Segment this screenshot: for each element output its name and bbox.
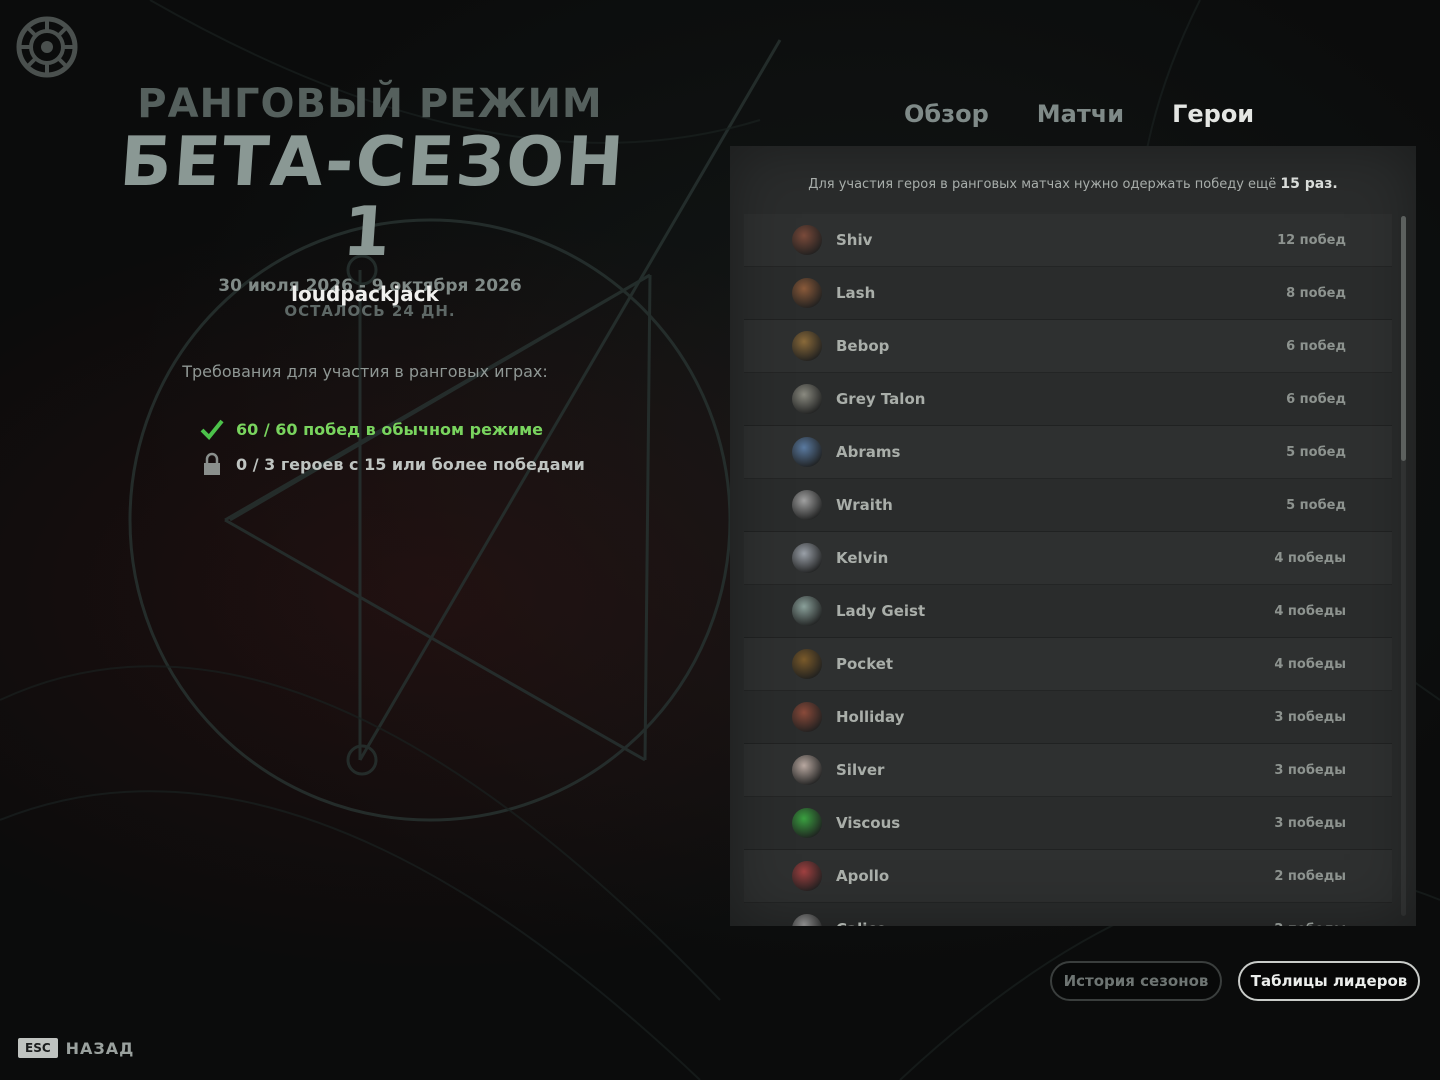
notice-count: 15 раз.: [1280, 176, 1338, 192]
hero-row[interactable]: Calico 2 победы: [744, 903, 1392, 926]
hero-wins: 6 побед: [1286, 391, 1346, 407]
hero-name: Viscous: [836, 814, 901, 832]
hero-wins: 3 победы: [1274, 815, 1346, 831]
gear-icon[interactable]: [14, 14, 80, 80]
hero-wins: 2 победы: [1274, 868, 1346, 884]
back-button[interactable]: ESC НАЗАД: [18, 1038, 134, 1058]
hero-name: Wraith: [836, 496, 893, 514]
hero-avatar-icon: [792, 278, 822, 308]
username: loudpackjack: [291, 282, 439, 306]
hero-row[interactable]: Holliday 3 победы: [744, 691, 1392, 744]
hero-wins: 2 победы: [1274, 922, 1346, 927]
hero-row[interactable]: Lady Geist 4 победы: [744, 585, 1392, 638]
hero-avatar-icon: [792, 384, 822, 414]
hero-name: Calico: [836, 920, 887, 926]
hero-avatar-icon: [792, 914, 822, 926]
hero-name: Bebop: [836, 337, 890, 355]
season-title: БЕТА-СЕЗОН 1: [117, 123, 628, 272]
tab-heroes[interactable]: Герои: [1148, 96, 1278, 132]
hero-name: Holliday: [836, 708, 905, 726]
hero-wins: 4 победы: [1274, 656, 1346, 672]
hero-wins: 3 победы: [1274, 709, 1346, 725]
requirement-heroes: 0 / 3 героев с 15 или более победами: [200, 451, 585, 477]
hero-row[interactable]: Silver 3 победы: [744, 744, 1392, 797]
hero-row[interactable]: Pocket 4 победы: [744, 638, 1392, 691]
hero-row[interactable]: Lash 8 побед: [744, 267, 1392, 320]
hero-name: Shiv: [836, 231, 873, 249]
leaderboards-button[interactable]: Таблицы лидеров: [1238, 961, 1420, 1001]
hero-avatar-icon: [792, 225, 822, 255]
back-label: НАЗАД: [65, 1038, 135, 1058]
requirement-wins-text: 60 / 60 побед в обычном режиме: [236, 419, 544, 439]
hero-row[interactable]: Kelvin 4 победы: [744, 532, 1392, 585]
hero-row[interactable]: Grey Talon 6 побед: [744, 373, 1392, 426]
hero-avatar-icon: [792, 331, 822, 361]
requirement-wins: 60 / 60 побед в обычном режиме: [200, 416, 543, 442]
hero-wins: 5 побед: [1286, 444, 1346, 460]
mode-subtitle: РАНГОВЫЙ РЕЖИМ: [137, 81, 603, 127]
hero-avatar-icon: [792, 808, 822, 838]
check-icon: [200, 417, 224, 441]
heroes-panel: Для участия героя в ранговых матчах нужн…: [730, 146, 1416, 926]
hero-name: Kelvin: [836, 549, 889, 567]
hero-avatar-icon: [792, 543, 822, 573]
scrollbar-thumb[interactable]: [1401, 216, 1406, 461]
hero-row[interactable]: Shiv 12 побед: [744, 214, 1392, 267]
tab-bar: Обзор Матчи Герои: [880, 96, 1278, 132]
hero-wins: 4 победы: [1274, 550, 1346, 566]
hero-avatar-icon: [792, 649, 822, 679]
requirements-title: Требования для участия в ранговых играх:: [182, 362, 548, 381]
hero-wins: 6 побед: [1286, 338, 1346, 354]
scrollbar[interactable]: [1401, 216, 1406, 916]
hero-avatar-icon: [792, 437, 822, 467]
hero-name: Pocket: [836, 655, 894, 673]
hero-row[interactable]: Bebop 6 побед: [744, 320, 1392, 373]
hero-wins: 12 побед: [1277, 232, 1346, 248]
hero-wins: 5 побед: [1286, 497, 1346, 513]
hero-requirement-notice: Для участия героя в ранговых матчах нужн…: [730, 176, 1416, 192]
hero-name: Grey Talon: [836, 390, 926, 408]
hero-wins: 3 победы: [1274, 762, 1346, 778]
hero-row[interactable]: Apollo 2 победы: [744, 850, 1392, 903]
hero-row[interactable]: Wraith 5 побед: [744, 479, 1392, 532]
hero-wins: 8 побед: [1286, 285, 1346, 301]
hero-name: Apollo: [836, 867, 890, 885]
hero-name: Lady Geist: [836, 602, 926, 620]
hero-avatar-icon: [792, 702, 822, 732]
requirement-heroes-text: 0 / 3 героев с 15 или более победами: [236, 454, 585, 474]
hero-avatar-icon: [792, 490, 822, 520]
tab-overview[interactable]: Обзор: [880, 96, 1013, 132]
hero-avatar-icon: [792, 861, 822, 891]
notice-text: Для участия героя в ранговых матчах нужн…: [808, 177, 1281, 192]
esc-key: ESC: [18, 1038, 58, 1058]
hero-name: Silver: [836, 761, 885, 779]
season-history-button[interactable]: История сезонов: [1050, 961, 1222, 1001]
hero-avatar-icon: [792, 755, 822, 785]
hero-name: Abrams: [836, 443, 901, 461]
hero-row[interactable]: Abrams 5 побед: [744, 426, 1392, 479]
hero-wins: 4 победы: [1274, 603, 1346, 619]
hero-avatar-icon: [792, 596, 822, 626]
lock-icon: [200, 452, 224, 476]
tab-matches[interactable]: Матчи: [1013, 96, 1148, 132]
hero-row[interactable]: Viscous 3 победы: [744, 797, 1392, 850]
hero-list[interactable]: Shiv 12 побед Lash 8 побед Bebop 6 побед Grey …: [744, 214, 1392, 926]
hero-name: Lash: [836, 284, 876, 302]
